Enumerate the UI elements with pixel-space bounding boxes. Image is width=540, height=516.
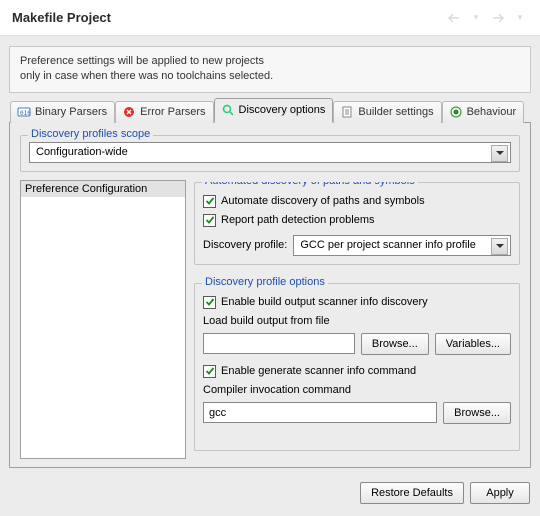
compiler-label: Compiler invocation command	[203, 384, 511, 396]
apply-button[interactable]: Apply	[470, 482, 530, 504]
list-item[interactable]: Preference Configuration	[21, 181, 185, 197]
browse-button-2[interactable]: Browse...	[443, 402, 511, 424]
discovery-profiles-scope-group: Discovery profiles scope Configuration-w…	[20, 135, 520, 172]
tab-discovery-label: Discovery options	[239, 104, 326, 116]
footer: Restore Defaults Apply	[0, 474, 540, 516]
load-output-input[interactable]	[203, 333, 355, 354]
enable-generate-checkbox[interactable]	[203, 365, 216, 378]
columns: Preference Configuration Automated disco…	[20, 180, 520, 459]
discovery-profile-row: Discovery profile: GCC per project scann…	[203, 235, 511, 256]
preference-configuration-list[interactable]: Preference Configuration	[20, 180, 186, 459]
enable-generate-label: Enable generate scanner info command	[221, 365, 416, 377]
page-title: Makefile Project	[12, 10, 111, 25]
tab-builder-label: Builder settings	[358, 106, 433, 118]
compiler-row: Browse...	[203, 402, 511, 424]
opts-legend: Discovery profile options	[202, 276, 328, 288]
report-path-row: Report path detection problems	[203, 214, 511, 227]
svg-text:010: 010	[20, 110, 31, 117]
body: Preference settings will be applied to n…	[0, 36, 540, 474]
enable-output-label: Enable build output scanner info discove…	[221, 296, 428, 308]
load-output-label: Load build output from file	[203, 315, 511, 327]
preference-window: Makefile Project ▾ ▾ Preference settings…	[0, 0, 540, 516]
right-column: Automated discovery of paths and symbols…	[194, 182, 520, 459]
restore-defaults-button[interactable]: Restore Defaults	[360, 482, 464, 504]
note-box: Preference settings will be applied to n…	[9, 46, 531, 93]
nav-back-icon[interactable]	[446, 10, 462, 26]
scope-value: Configuration-wide	[36, 146, 128, 158]
discovery-profile-label: Discovery profile:	[203, 239, 287, 251]
browse-button-1[interactable]: Browse...	[361, 333, 429, 355]
tab-panel: Discovery profiles scope Configuration-w…	[9, 122, 531, 468]
enable-output-row: Enable build output scanner info discove…	[203, 296, 511, 309]
load-output-row: Browse... Variables...	[203, 333, 511, 355]
discovery-profile-options-group: Discovery profile options Enable build o…	[194, 283, 520, 451]
auto-legend: Automated discovery of paths and symbols	[202, 182, 418, 187]
binary-icon: 010	[17, 105, 31, 119]
tab-error-label: Error Parsers	[140, 106, 205, 118]
nav-forward-dropdown-icon[interactable]: ▾	[512, 10, 528, 26]
chevron-down-icon	[496, 151, 504, 155]
header-nav: ▾ ▾	[446, 10, 528, 26]
discovery-profile-value: GCC per project scanner info profile	[300, 239, 475, 251]
scope-legend: Discovery profiles scope	[28, 128, 153, 140]
header: Makefile Project ▾ ▾	[0, 0, 540, 36]
report-path-label: Report path detection problems	[221, 214, 374, 226]
nav-forward-icon[interactable]	[490, 10, 506, 26]
record-icon	[449, 105, 463, 119]
tab-discovery-options[interactable]: Discovery options	[214, 98, 334, 123]
variables-button[interactable]: Variables...	[435, 333, 511, 355]
automate-discovery-label: Automate discovery of paths and symbols	[221, 195, 425, 207]
error-icon	[122, 105, 136, 119]
tab-binary-parsers[interactable]: 010 Binary Parsers	[10, 101, 115, 123]
note-line-1: Preference settings will be applied to n…	[20, 54, 520, 69]
automate-discovery-checkbox[interactable]	[203, 195, 216, 208]
report-path-checkbox[interactable]	[203, 214, 216, 227]
search-icon	[221, 103, 235, 117]
tab-bar: 010 Binary Parsers Error Parsers Discove…	[9, 101, 531, 123]
automate-discovery-row: Automate discovery of paths and symbols	[203, 195, 511, 208]
tab-error-parsers[interactable]: Error Parsers	[115, 101, 213, 123]
nav-back-dropdown-icon[interactable]: ▾	[468, 10, 484, 26]
document-icon	[340, 105, 354, 119]
enable-generate-row: Enable generate scanner info command	[203, 365, 511, 378]
tab-behaviour[interactable]: Behaviour	[442, 101, 525, 123]
scope-select[interactable]: Configuration-wide	[29, 142, 511, 163]
enable-output-checkbox[interactable]	[203, 296, 216, 309]
discovery-profile-select[interactable]: GCC per project scanner info profile	[293, 235, 511, 256]
tab-binary-label: Binary Parsers	[35, 106, 107, 118]
note-line-2: only in case when there was no toolchain…	[20, 69, 520, 84]
compiler-input[interactable]	[203, 402, 437, 423]
tab-behaviour-label: Behaviour	[467, 106, 517, 118]
tab-builder-settings[interactable]: Builder settings	[333, 101, 441, 123]
chevron-down-icon	[496, 244, 504, 248]
automated-discovery-group: Automated discovery of paths and symbols…	[194, 182, 520, 265]
